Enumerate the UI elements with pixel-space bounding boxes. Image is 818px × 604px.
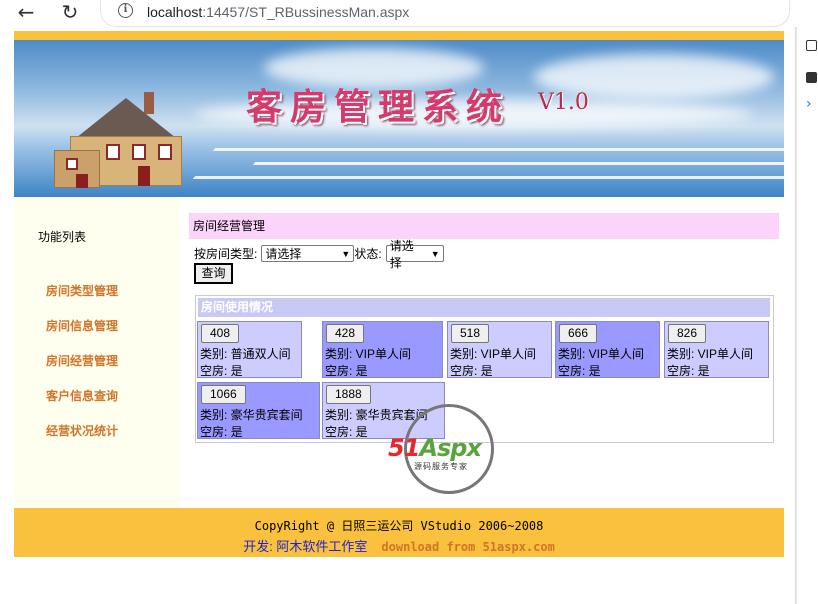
chevron-right-icon[interactable]: › [806,96,812,112]
room-card: 1066 类别: 豪华贵宾套间 空房: 是 [197,382,320,439]
browser-toolbar: ← ↻ i localhost:14457/ST_RBussinessMan.a… [0,0,818,27]
room-type-text: 类别: VIP单人间 [667,347,754,361]
room-type-text: 类别: 豪华贵宾套间 [200,408,303,422]
house-window [158,144,172,160]
room-vacancy-text: 空房: 是 [558,364,601,378]
stripe-decoration [212,148,784,151]
room-number-button[interactable]: 428 [326,324,365,343]
room-vacancy-text: 空房: 是 [200,425,243,439]
footer-copyright: CopyRight @ 日照三运公司 VStudio 2006~2008 [254,519,544,533]
sidebar: 功能列表 房间类型管理 房间信息管理 房间经营管理 客户信息查询 经营状况统计 [14,197,180,508]
room-type-text: 类别: 普通双人间 [200,347,291,361]
room-type-label: 按房间类型: [194,247,258,261]
section-title: 房间经营管理 [189,213,779,239]
status-value: 请选择 [389,238,414,270]
rooms-panel-title: 房间使用情况 [198,298,770,317]
status-select[interactable]: 请选择 ▼ [385,239,444,270]
room-card: 826 类别: VIP单人间 空房: 是 [664,321,769,378]
room-number-button[interactable]: 518 [451,324,490,343]
watermark-aspx: Aspx [419,434,482,462]
room-card: 666 类别: VIP单人间 空房: 是 [555,321,660,378]
room-type-text: 类别: VIP单人间 [558,347,645,361]
room-card: 518 类别: VIP单人间 空房: 是 [447,321,552,378]
status-label: 状态: [354,247,382,261]
sidebar-item-business-stats[interactable]: 经营状况统计 [46,422,118,439]
house-roof [76,98,176,138]
sidebar-item-customer-query[interactable]: 客户信息查询 [46,387,118,404]
system-title: 客房管理系统 [246,86,511,128]
house-window [66,158,78,170]
address-bar[interactable]: i localhost:14457/ST_RBussinessMan.aspx [100,0,790,27]
sidebar-title: 功能列表 [38,230,87,244]
house-door [76,174,88,188]
room-vacancy-text: 空房: 是 [450,364,493,378]
house-window [132,144,146,160]
url-path: :14457/ST_RBussinessMan.aspx [202,4,410,20]
reload-icon[interactable]: ↻ [56,0,84,24]
room-card: 428 类别: VIP单人间 空房: 是 [322,321,443,378]
system-version: V1.0 [538,90,589,115]
room-type-value: 请选择 [265,247,302,261]
sidebar-item-room-business[interactable]: 房间经营管理 [46,352,118,369]
query-button[interactable]: 查询 [194,263,233,284]
chevron-down-icon: ▼ [341,248,351,259]
room-vacancy-text: 空房: 是 [667,364,710,378]
watermark-slogan: 源码服务专家 [414,462,468,471]
room-type-text: 类别: VIP单人间 [325,347,412,361]
url-host: localhost [147,4,203,20]
room-number-button[interactable]: 1066 [201,385,246,404]
house-door [138,166,150,186]
url-text[interactable]: localhost:14457/ST_RBussinessMan.aspx [147,4,409,20]
room-vacancy-text: 空房: 是 [325,364,368,378]
room-vacancy-text: 空房: 是 [325,425,368,439]
room-number-button[interactable]: 826 [668,324,707,343]
browser-side-panel [796,27,818,604]
room-number-button[interactable]: 666 [559,324,598,343]
room-vacancy-text: 空房: 是 [200,364,243,378]
top-accent-strip [14,31,784,40]
room-number-button[interactable]: 1888 [326,385,371,404]
room-type-text: 类别: 豪华贵宾套间 [325,408,428,422]
footer-credits: 开发: 阿木软件工作室 download from 51aspx.com [14,536,784,555]
room-card: 408 类别: 普通双人间 空房: 是 [197,321,302,378]
tab-icon[interactable] [806,72,817,83]
info-icon[interactable]: i [118,3,133,18]
footer: CopyRight @ 日照三运公司 VStudio 2006~2008 开发:… [14,508,784,557]
filter-row: 按房间类型: 请选择 ▼ 状态: 请选择 ▼ [194,239,444,270]
footer-download-link[interactable]: download from 51aspx.com [381,540,554,554]
room-type-select[interactable]: 请选择 ▼ [261,245,355,262]
house-window [106,144,120,160]
room-number-button[interactable]: 408 [201,324,240,343]
watermark-logo: 51Aspx [388,434,482,462]
back-arrow-icon[interactable]: ← [12,0,40,24]
header-banner: 客房管理系统 V1.0 [14,40,784,197]
stripe-decoration [252,162,784,165]
stripe-decoration [192,176,784,179]
footer-developer: 开发: 阿木软件工作室 [243,539,368,554]
sidebar-item-room-type[interactable]: 房间类型管理 [46,282,118,299]
sidebar-item-room-info[interactable]: 房间信息管理 [46,317,118,334]
room-type-text: 类别: VIP单人间 [450,347,537,361]
watermark-51: 51 [388,434,420,462]
window-icon[interactable] [806,40,817,51]
chevron-down-icon: ▼ [430,248,440,259]
